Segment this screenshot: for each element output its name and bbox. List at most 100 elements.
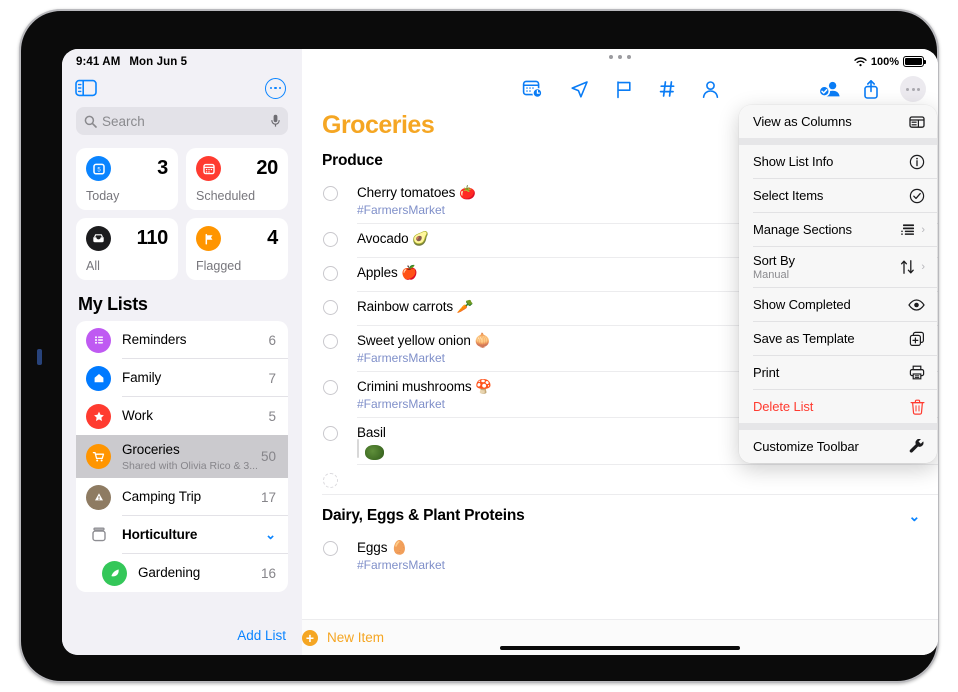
list-group-horticulture[interactable]: Horticulture ⌄ bbox=[76, 516, 288, 554]
more-icon[interactable] bbox=[900, 76, 926, 102]
status-bar-left: 9:41 AM Mon Jun 5 bbox=[62, 49, 302, 71]
bullet-list-icon bbox=[86, 327, 111, 353]
list-item-gardening[interactable]: Gardening 16 bbox=[76, 554, 288, 592]
menu-item-label: Customize Toolbar bbox=[753, 439, 859, 454]
more-circle-icon[interactable] bbox=[265, 77, 286, 99]
list-item-work[interactable]: Work 5 bbox=[76, 397, 288, 435]
task-tag[interactable]: #FarmersMarket bbox=[357, 558, 938, 572]
list-item-family[interactable]: Family 7 bbox=[76, 359, 288, 397]
smart-list-count: 4 bbox=[267, 227, 278, 249]
hashtag-icon[interactable] bbox=[659, 80, 676, 98]
list-item-count: 16 bbox=[260, 565, 276, 581]
folder-group-icon bbox=[86, 523, 111, 548]
checkmark-circle-icon bbox=[909, 188, 925, 204]
list-item-count: 5 bbox=[268, 408, 276, 424]
search-input[interactable]: Search bbox=[76, 107, 288, 135]
duplicate-plus-icon bbox=[909, 331, 925, 347]
list-options-context-menu: View as Columns Show List Info Select It… bbox=[739, 105, 937, 463]
smart-list-count: 3 bbox=[157, 157, 168, 179]
menu-item-customize-toolbar[interactable]: Customize Toolbar bbox=[739, 430, 937, 463]
menu-item-delete-list[interactable]: Delete List bbox=[739, 390, 937, 423]
task-checkbox[interactable] bbox=[323, 380, 338, 395]
add-list-button[interactable]: Add List bbox=[237, 628, 286, 643]
menu-group-separator bbox=[739, 423, 937, 430]
menu-item-label: Show List Info bbox=[753, 154, 834, 169]
task-checkbox[interactable] bbox=[323, 426, 338, 441]
list-item-reminders[interactable]: Reminders 6 bbox=[76, 321, 288, 359]
trash-icon bbox=[910, 399, 925, 415]
menu-item-save-as-template[interactable]: Save as Template bbox=[739, 322, 937, 355]
sidebar-toggle-icon[interactable] bbox=[75, 79, 97, 97]
menu-item-label: Show Completed bbox=[753, 297, 851, 312]
menu-item-manage-sections[interactable]: Manage Sections › bbox=[739, 213, 937, 246]
smart-list-label: All bbox=[86, 259, 100, 273]
manage-sections-icon bbox=[900, 223, 916, 236]
menu-item-sort-by[interactable]: Sort By Manual › bbox=[739, 247, 937, 287]
add-date-icon[interactable] bbox=[522, 79, 544, 99]
task-checkbox[interactable] bbox=[323, 541, 338, 556]
share-icon[interactable] bbox=[862, 79, 880, 100]
menu-item-label: Save as Template bbox=[753, 331, 855, 346]
calendar-icon bbox=[196, 156, 221, 181]
toolbar-right-group bbox=[818, 76, 926, 102]
task-checkbox[interactable] bbox=[323, 300, 338, 315]
calendar-day-icon: 5 bbox=[86, 156, 111, 181]
task-checkbox[interactable] bbox=[323, 473, 338, 488]
my-lists-group: Reminders 6 Family 7 Work 5 Groceries Sh… bbox=[76, 321, 288, 592]
sort-arrows-icon bbox=[899, 259, 916, 275]
task-attachment-thumbnail[interactable] bbox=[357, 439, 359, 458]
menu-item-select-items[interactable]: Select Items bbox=[739, 179, 937, 212]
list-item-count: 50 bbox=[260, 449, 276, 464]
list-item-label: Groceries bbox=[122, 442, 180, 457]
status-bar-right: 100% bbox=[302, 49, 938, 71]
list-item-groceries[interactable]: Groceries Shared with Olivia Rico & 3...… bbox=[76, 435, 288, 478]
eye-icon bbox=[908, 298, 925, 311]
menu-item-show-completed[interactable]: Show Completed bbox=[739, 288, 937, 321]
menu-item-label: Manage Sections bbox=[753, 222, 852, 237]
smart-list-flagged[interactable]: 4 Flagged bbox=[186, 218, 288, 280]
task-checkbox[interactable] bbox=[323, 186, 338, 201]
ipad-screen: 9:41 AM Mon Jun 5 Search 5 3 Today 20 Sc… bbox=[62, 49, 938, 655]
microphone-icon[interactable] bbox=[271, 114, 280, 128]
my-lists-heading: My Lists bbox=[78, 294, 148, 314]
menu-item-show-list-info[interactable]: Show List Info bbox=[739, 145, 937, 178]
smart-list-scheduled[interactable]: 20 Scheduled bbox=[186, 148, 288, 210]
task-checkbox[interactable] bbox=[323, 232, 338, 247]
sidebar-toolbar bbox=[62, 71, 302, 105]
house-icon bbox=[86, 365, 111, 391]
smart-list-count: 20 bbox=[256, 157, 278, 179]
task-checkbox[interactable] bbox=[323, 334, 338, 349]
triangle-exclamation-icon bbox=[86, 484, 111, 510]
menu-item-label: Delete List bbox=[753, 399, 814, 414]
menu-item-view-as-columns[interactable]: View as Columns bbox=[739, 105, 937, 138]
list-item-camping-trip[interactable]: Camping Trip 17 bbox=[76, 478, 288, 516]
chevron-down-icon[interactable]: ⌄ bbox=[908, 508, 920, 525]
smart-list-label: Flagged bbox=[196, 259, 242, 273]
smart-list-count: 110 bbox=[136, 227, 169, 249]
list-item-label: Family bbox=[122, 370, 162, 385]
section-header-dairy: Dairy, Eggs & Plant Proteins ⌄ bbox=[322, 495, 938, 533]
wrench-icon bbox=[909, 438, 925, 455]
person-icon[interactable] bbox=[702, 80, 719, 99]
main-toolbar bbox=[302, 71, 938, 107]
drag-handle-dots[interactable] bbox=[302, 55, 938, 59]
location-icon[interactable] bbox=[570, 80, 589, 99]
task-row[interactable]: Eggs 🥚 #FarmersMarket bbox=[322, 533, 938, 579]
task-checkbox[interactable] bbox=[323, 266, 338, 281]
smart-list-all[interactable]: 110 All bbox=[76, 218, 178, 280]
list-item-label: Gardening bbox=[138, 565, 201, 580]
task-row-new-placeholder[interactable] bbox=[322, 465, 938, 495]
flag-outline-icon[interactable] bbox=[615, 80, 633, 99]
section-title: Produce bbox=[322, 152, 383, 169]
device-side-button bbox=[37, 349, 42, 365]
sidebar: 9:41 AM Mon Jun 5 Search 5 3 Today 20 Sc… bbox=[62, 49, 302, 655]
chevron-down-icon[interactable]: ⌄ bbox=[265, 527, 288, 543]
menu-item-label: View as Columns bbox=[753, 114, 852, 129]
list-item-count: 7 bbox=[268, 370, 276, 386]
menu-group-separator bbox=[739, 138, 937, 145]
add-person-icon[interactable] bbox=[818, 79, 842, 99]
search-placeholder: Search bbox=[102, 113, 145, 129]
ipad-device-frame: 9:41 AM Mon Jun 5 Search 5 3 Today 20 Sc… bbox=[19, 9, 939, 683]
smart-list-today[interactable]: 5 3 Today bbox=[76, 148, 178, 210]
menu-item-print[interactable]: Print bbox=[739, 356, 937, 389]
